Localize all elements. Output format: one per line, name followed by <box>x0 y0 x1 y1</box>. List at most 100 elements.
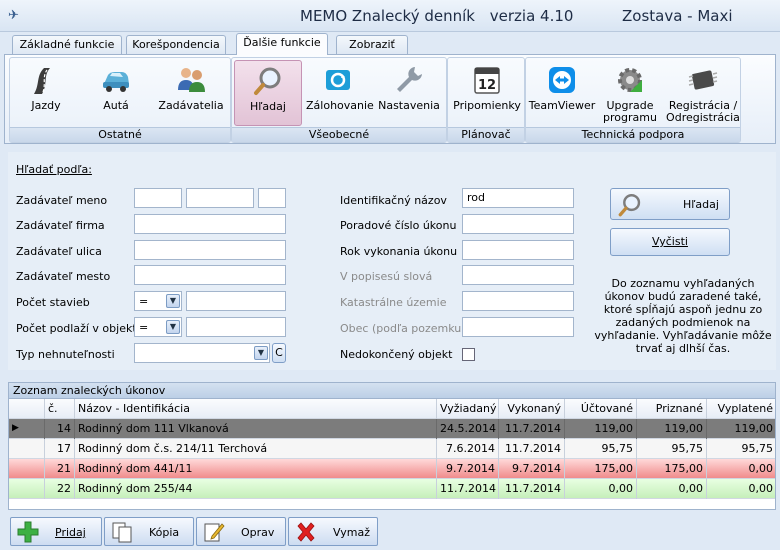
hladaj-ribbon-button[interactable]: Hľadaj <box>234 60 302 126</box>
cell-nazov: Rodinný dom 441/11 <box>75 459 437 479</box>
zadavatel-meno-input-2[interactable] <box>186 188 254 208</box>
pocet-podlazi-input[interactable] <box>186 317 286 337</box>
table-row[interactable]: ▶ 14 Rodinný dom 111 Vlkanová 24.5.2014 … <box>9 419 775 439</box>
kopia-button[interactable]: Kópia <box>104 517 194 546</box>
tab-dalsie-funkcie[interactable]: Ďalšie funkcie <box>236 33 328 55</box>
cell-uctovane: 119,00 <box>565 419 637 439</box>
hladaj-ribbon-label: Hľadaj <box>250 100 286 113</box>
nedokonceny-objekt-label: Nedokončený objekt <box>340 348 453 361</box>
zadavatelia-button[interactable]: Zadávatelia <box>158 60 224 126</box>
identifikacny-nazov-input[interactable]: rod <box>462 188 574 208</box>
jazdy-button[interactable]: Jazdy <box>18 60 74 126</box>
teamviewer-button[interactable]: TeamViewer <box>528 60 596 126</box>
zadavatelia-label: Zadávatelia <box>158 99 224 112</box>
header-marker <box>9 399 45 419</box>
popis-slova-input[interactable] <box>462 265 574 285</box>
zadavatel-meno-input-1[interactable] <box>134 188 182 208</box>
cell-vyplatene: 0,00 <box>707 479 775 499</box>
tab-zakladne-funkcie[interactable]: Základné funkcie <box>12 35 122 55</box>
header-vyplatene[interactable]: Vyplatené <box>707 399 775 419</box>
group-label-technicka-podpora: Technická podpora <box>526 127 740 142</box>
grid-header: č. Názov - Identifikácia Vyžiadaný Vykon… <box>9 399 775 419</box>
header-priznane[interactable]: Priznané <box>637 399 707 419</box>
ukony-grid: Zoznam znaleckých úkonov č. Názov - Iden… <box>8 382 776 510</box>
oprav-button[interactable]: Oprav <box>196 517 286 546</box>
obec-label: Obec (podľa pozemku) <box>340 322 466 335</box>
teamviewer-icon <box>549 67 575 93</box>
zalohovanie-button[interactable]: Zálohovanie <box>306 60 374 126</box>
header-cislo[interactable]: č. <box>45 399 75 419</box>
cell-vyziadany: 7.6.2014 <box>437 439 499 459</box>
calendar-icon: 12 <box>474 67 500 94</box>
pridaj-button[interactable]: Pridaj <box>10 517 102 546</box>
header-nazov[interactable]: Názov - Identifikácia <box>75 399 437 419</box>
tab-korespondencia[interactable]: Korešpondencia <box>126 35 226 55</box>
row-marker: ▶ <box>9 419 45 439</box>
auta-button[interactable]: Autá <box>88 60 144 126</box>
obec-input[interactable] <box>462 317 574 337</box>
pridaj-label: Pridaj <box>55 526 86 539</box>
pocet-stavieb-dropdown[interactable]: ▼ <box>166 294 180 308</box>
edit-icon <box>204 523 225 542</box>
header-vyziadany[interactable]: Vyžiadaný <box>437 399 499 419</box>
window-title: MEMO Znalecký denník verzia 4.10 Zostava… <box>300 7 733 25</box>
cell-vykonany: 11.7.2014 <box>499 419 565 439</box>
cell-cislo: 22 <box>45 479 75 499</box>
pripomienky-button[interactable]: 12 Pripomienky <box>452 60 522 126</box>
cell-vyplatene: 0,00 <box>707 459 775 479</box>
row-marker <box>9 439 45 459</box>
pocet-stavieb-input[interactable] <box>186 291 286 311</box>
cell-vyziadany: 11.7.2014 <box>437 479 499 499</box>
window-title-app: MEMO Znalecký denník <box>300 7 475 25</box>
header-uctovane[interactable]: Účtované <box>565 399 637 419</box>
calendar-day: 12 <box>478 78 496 93</box>
upgrade-gear-icon <box>618 68 642 92</box>
poradove-cislo-input[interactable] <box>462 214 574 234</box>
row-marker <box>9 459 45 479</box>
zadavatel-mesto-input[interactable] <box>134 265 286 285</box>
group-label-ostatne: Ostatné <box>10 127 230 142</box>
header-vykonany[interactable]: Vykonaný <box>499 399 565 419</box>
table-row[interactable]: 21 Rodinný dom 441/11 9.7.2014 9.7.2014 … <box>9 459 775 479</box>
nedokonceny-objekt-checkbox[interactable] <box>462 348 475 361</box>
cell-priznane: 0,00 <box>637 479 707 499</box>
typ-nehnutelnosti-label: Typ nehnuteľnosti <box>16 348 115 361</box>
typ-nehnutelnosti-dropdown[interactable]: ▼ <box>254 346 268 360</box>
zadavatel-ulica-input[interactable] <box>134 240 286 260</box>
typ-clear-button[interactable]: C <box>272 343 286 363</box>
vycisti-button[interactable]: Vyčisti <box>610 228 730 256</box>
pocet-stavieb-label: Počet stavieb <box>16 296 90 309</box>
cell-cislo: 14 <box>45 419 75 439</box>
group-vseobecne: Hľadaj Zálohovanie Nastavenia Všeobecné <box>231 57 447 143</box>
chevron-down-icon: ▼ <box>257 348 265 357</box>
zadavatel-meno-input-3[interactable] <box>258 188 286 208</box>
registracia-label: Registrácia / Odregistrácia <box>666 99 740 124</box>
rok-vykonania-label: Rok vykonania úkonu <box>340 245 458 258</box>
rok-vykonania-input[interactable] <box>462 240 574 260</box>
road-icon <box>34 68 50 94</box>
typ-nehnutelnosti-select[interactable] <box>134 343 270 363</box>
katastralne-uzemie-input[interactable] <box>462 291 574 311</box>
upgrade-button[interactable]: Upgrade programu <box>598 60 662 126</box>
tab-zobrazit[interactable]: Zobraziť <box>336 35 408 55</box>
hladaj-button[interactable]: Hľadaj <box>610 188 730 220</box>
group-label-planovac: Plánovač <box>448 127 524 142</box>
search-heading: Hľadať podľa: <box>16 163 92 176</box>
cell-vyplatene: 95,75 <box>707 439 775 459</box>
nastavenia-button[interactable]: Nastavenia <box>376 60 442 126</box>
zadavatel-firma-input[interactable] <box>134 214 286 234</box>
registracia-button[interactable]: Registrácia / Odregistrácia <box>666 60 740 126</box>
app-logo-icon[interactable]: ✈ <box>8 8 24 24</box>
cell-vyziadany: 9.7.2014 <box>437 459 499 479</box>
title-bar: ✈ MEMO Znalecký denník verzia 4.10 Zosta… <box>0 0 780 32</box>
vymaz-label: Vymaž <box>333 526 370 539</box>
popis-slova-label: V popisesú slová <box>340 270 433 283</box>
table-row[interactable]: 22 Rodinný dom 255/44 11.7.2014 11.7.201… <box>9 479 775 499</box>
pocet-podlazi-dropdown[interactable]: ▼ <box>166 320 180 334</box>
cell-vykonany: 9.7.2014 <box>499 459 565 479</box>
grid-title: Zoznam znaleckých úkonov <box>9 383 775 399</box>
cell-cislo: 17 <box>45 439 75 459</box>
vymaz-button[interactable]: Vymaž <box>288 517 378 546</box>
table-row[interactable]: 17 Rodinný dom č.s. 214/11 Terchová 7.6.… <box>9 439 775 459</box>
cell-vykonany: 11.7.2014 <box>499 439 565 459</box>
